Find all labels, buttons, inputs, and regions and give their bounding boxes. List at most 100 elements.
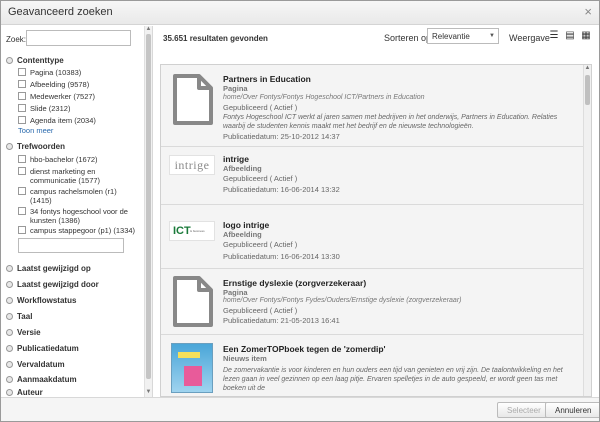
expand-icon bbox=[6, 281, 13, 288]
result-item[interactable]: ICT & business logo intrige Afbeelding G… bbox=[161, 205, 584, 269]
checkbox[interactable] bbox=[18, 167, 26, 175]
result-date: Publicatiedatum: 16-06-2014 13:30 bbox=[223, 252, 340, 261]
collapse-icon bbox=[6, 143, 13, 150]
facet-section-header[interactable]: Publicatiedatum bbox=[6, 344, 79, 353]
result-date: Publicatiedatum: 25-10-2012 14:37 bbox=[223, 132, 340, 141]
result-title[interactable]: logo intrige bbox=[223, 220, 269, 230]
result-item[interactable]: Partners in Education Pagina home/Over F… bbox=[161, 65, 584, 147]
facet-option[interactable]: Pagina (10383) bbox=[18, 68, 138, 77]
result-title[interactable]: intrige bbox=[223, 154, 249, 164]
facet-contenttype-header[interactable]: Contenttype bbox=[6, 56, 64, 65]
sort-label: Sorteren op bbox=[384, 33, 432, 43]
result-type: Pagina bbox=[223, 84, 248, 93]
result-title[interactable]: Een ZomerTOPboek tegen de 'zomerdip' bbox=[223, 344, 386, 354]
scroll-up-icon[interactable]: ▲ bbox=[145, 26, 152, 32]
facet-trefwoorden-header[interactable]: Trefwoorden bbox=[6, 142, 65, 151]
results-scrollbar[interactable]: ▲ bbox=[583, 65, 591, 396]
checkbox[interactable] bbox=[18, 104, 26, 112]
result-path: home/Over Fontys/Fontys Hogeschool ICT/P… bbox=[223, 94, 425, 101]
facet-option[interactable]: 34 fontys hogeschool voor de kunsten (13… bbox=[18, 207, 138, 225]
facet-panel: Zoek: Contenttype Pagina (10383) Afbeeld… bbox=[1, 26, 153, 397]
ict-logo: ICT & business bbox=[169, 221, 215, 241]
scroll-up-icon[interactable]: ▲ bbox=[584, 65, 591, 71]
result-title[interactable]: Ernstige dyslexie (zorgverzekeraar) bbox=[223, 278, 366, 288]
result-path: home/Over Fontys/Fontys Fydes/Ouders/Ern… bbox=[223, 297, 462, 304]
facet-section-header[interactable]: Aanmaakdatum bbox=[6, 375, 77, 384]
advanced-search-dialog: Geavanceerd zoeken × Zoek: Contenttype P… bbox=[0, 0, 600, 422]
facet-section-header[interactable]: Laatst gewijzigd op bbox=[6, 264, 91, 273]
facet-option[interactable]: campus stappegoor (p1) (1334) bbox=[18, 226, 138, 235]
facet-option[interactable]: Medewerker (7527) bbox=[18, 92, 138, 101]
checkbox[interactable] bbox=[18, 155, 26, 163]
facet-option[interactable]: hbo-bachelor (1672) bbox=[18, 155, 138, 164]
facet-option[interactable]: campus rachelsmolen (r1) (1415) bbox=[18, 187, 138, 205]
document-icon bbox=[173, 276, 213, 327]
facet-section-header[interactable]: Laatst gewijzigd door bbox=[6, 280, 99, 289]
sort-select[interactable]: Relevantie ▼ bbox=[427, 28, 499, 44]
facet-option[interactable]: dienst marketing en communicatie (1577) bbox=[18, 167, 138, 185]
checkbox[interactable] bbox=[18, 92, 26, 100]
expand-icon bbox=[6, 376, 13, 383]
close-icon[interactable]: × bbox=[584, 4, 592, 19]
result-status: Gepubliceerd ( Actief ) bbox=[223, 103, 298, 112]
result-item[interactable]: intrige intrige Afbeelding Gepubliceerd … bbox=[161, 147, 584, 205]
show-more-link[interactable]: Toon meer bbox=[18, 126, 53, 135]
collapse-icon bbox=[6, 57, 13, 64]
facet-section-header[interactable]: Versie bbox=[6, 328, 41, 337]
facet-section-header[interactable]: Workflowstatus bbox=[6, 296, 76, 305]
chevron-down-icon: ▼ bbox=[489, 33, 495, 39]
result-status: Gepubliceerd ( Actief ) bbox=[223, 174, 298, 183]
keyword-filter-input[interactable] bbox=[18, 238, 124, 253]
result-title[interactable]: Partners in Education bbox=[223, 74, 311, 84]
results-panel: 35.651 resultaten gevonden Sorteren op R… bbox=[154, 26, 599, 397]
result-type: Afbeelding bbox=[223, 164, 262, 173]
cancel-button[interactable]: Annuleren bbox=[545, 402, 599, 418]
select-button[interactable]: Selecteer bbox=[497, 402, 551, 418]
checkbox[interactable] bbox=[18, 116, 26, 124]
expand-icon bbox=[6, 361, 13, 368]
results-toolbar: 35.651 resultaten gevonden Sorteren op R… bbox=[154, 26, 599, 48]
expand-icon bbox=[6, 313, 13, 320]
facet-section-header[interactable]: Taal bbox=[6, 312, 32, 321]
search-label: Zoek: bbox=[6, 35, 27, 44]
checkbox[interactable] bbox=[18, 207, 26, 215]
result-item[interactable]: Ernstige dyslexie (zorgverzekeraar) Pagi… bbox=[161, 269, 584, 335]
checkbox[interactable] bbox=[18, 226, 26, 234]
checkbox[interactable] bbox=[18, 68, 26, 76]
facet-option[interactable]: Slide (2312) bbox=[18, 104, 138, 113]
checkbox[interactable] bbox=[18, 80, 26, 88]
result-item[interactable]: Een ZomerTOPboek tegen de 'zomerdip' Nie… bbox=[161, 335, 584, 396]
list-view-icon[interactable]: ☰ bbox=[548, 30, 560, 42]
grid-view-icon[interactable]: ▦ bbox=[580, 30, 592, 42]
book-cover-image bbox=[171, 343, 213, 393]
result-type: Pagina bbox=[223, 288, 248, 297]
checkbox[interactable] bbox=[18, 187, 26, 195]
facet-section-header[interactable]: Auteur bbox=[6, 388, 43, 397]
dialog-title: Geavanceerd zoeken bbox=[8, 6, 113, 18]
search-input[interactable] bbox=[26, 30, 131, 46]
expand-icon bbox=[6, 265, 13, 272]
document-icon bbox=[173, 74, 213, 125]
facet-option[interactable]: Agenda item (2034) bbox=[18, 116, 138, 125]
intrige-logo: intrige bbox=[169, 155, 215, 175]
detail-view-icon[interactable]: ▤ bbox=[564, 30, 576, 42]
facet-option[interactable]: Afbeelding (9578) bbox=[18, 80, 138, 89]
result-type: Afbeelding bbox=[223, 230, 262, 239]
view-label: Weergave bbox=[509, 33, 550, 43]
expand-icon bbox=[6, 345, 13, 352]
scroll-down-icon[interactable]: ▼ bbox=[145, 389, 152, 395]
results-list: Partners in Education Pagina home/Over F… bbox=[160, 64, 592, 397]
result-date: Publicatiedatum: 16-06-2014 13:32 bbox=[223, 185, 340, 194]
result-type: Nieuws item bbox=[223, 354, 267, 363]
result-description: De zomervakantie is voor kinderen en hun… bbox=[223, 367, 563, 392]
result-status: Gepubliceerd ( Actief ) bbox=[223, 240, 298, 249]
expand-icon bbox=[6, 329, 13, 336]
result-status: Gepubliceerd ( Actief ) bbox=[223, 306, 298, 315]
scrollbar-thumb[interactable] bbox=[585, 75, 590, 105]
result-count: 35.651 resultaten gevonden bbox=[163, 34, 268, 43]
dialog-titlebar: Geavanceerd zoeken × bbox=[1, 1, 599, 25]
facet-scrollbar[interactable]: ▲ ▼ bbox=[144, 26, 152, 397]
scrollbar-thumb[interactable] bbox=[146, 34, 151, 379]
facet-section-header[interactable]: Vervaldatum bbox=[6, 360, 65, 369]
result-description: Fontys Hogeschool ICT werkt al jaren sam… bbox=[223, 114, 558, 130]
